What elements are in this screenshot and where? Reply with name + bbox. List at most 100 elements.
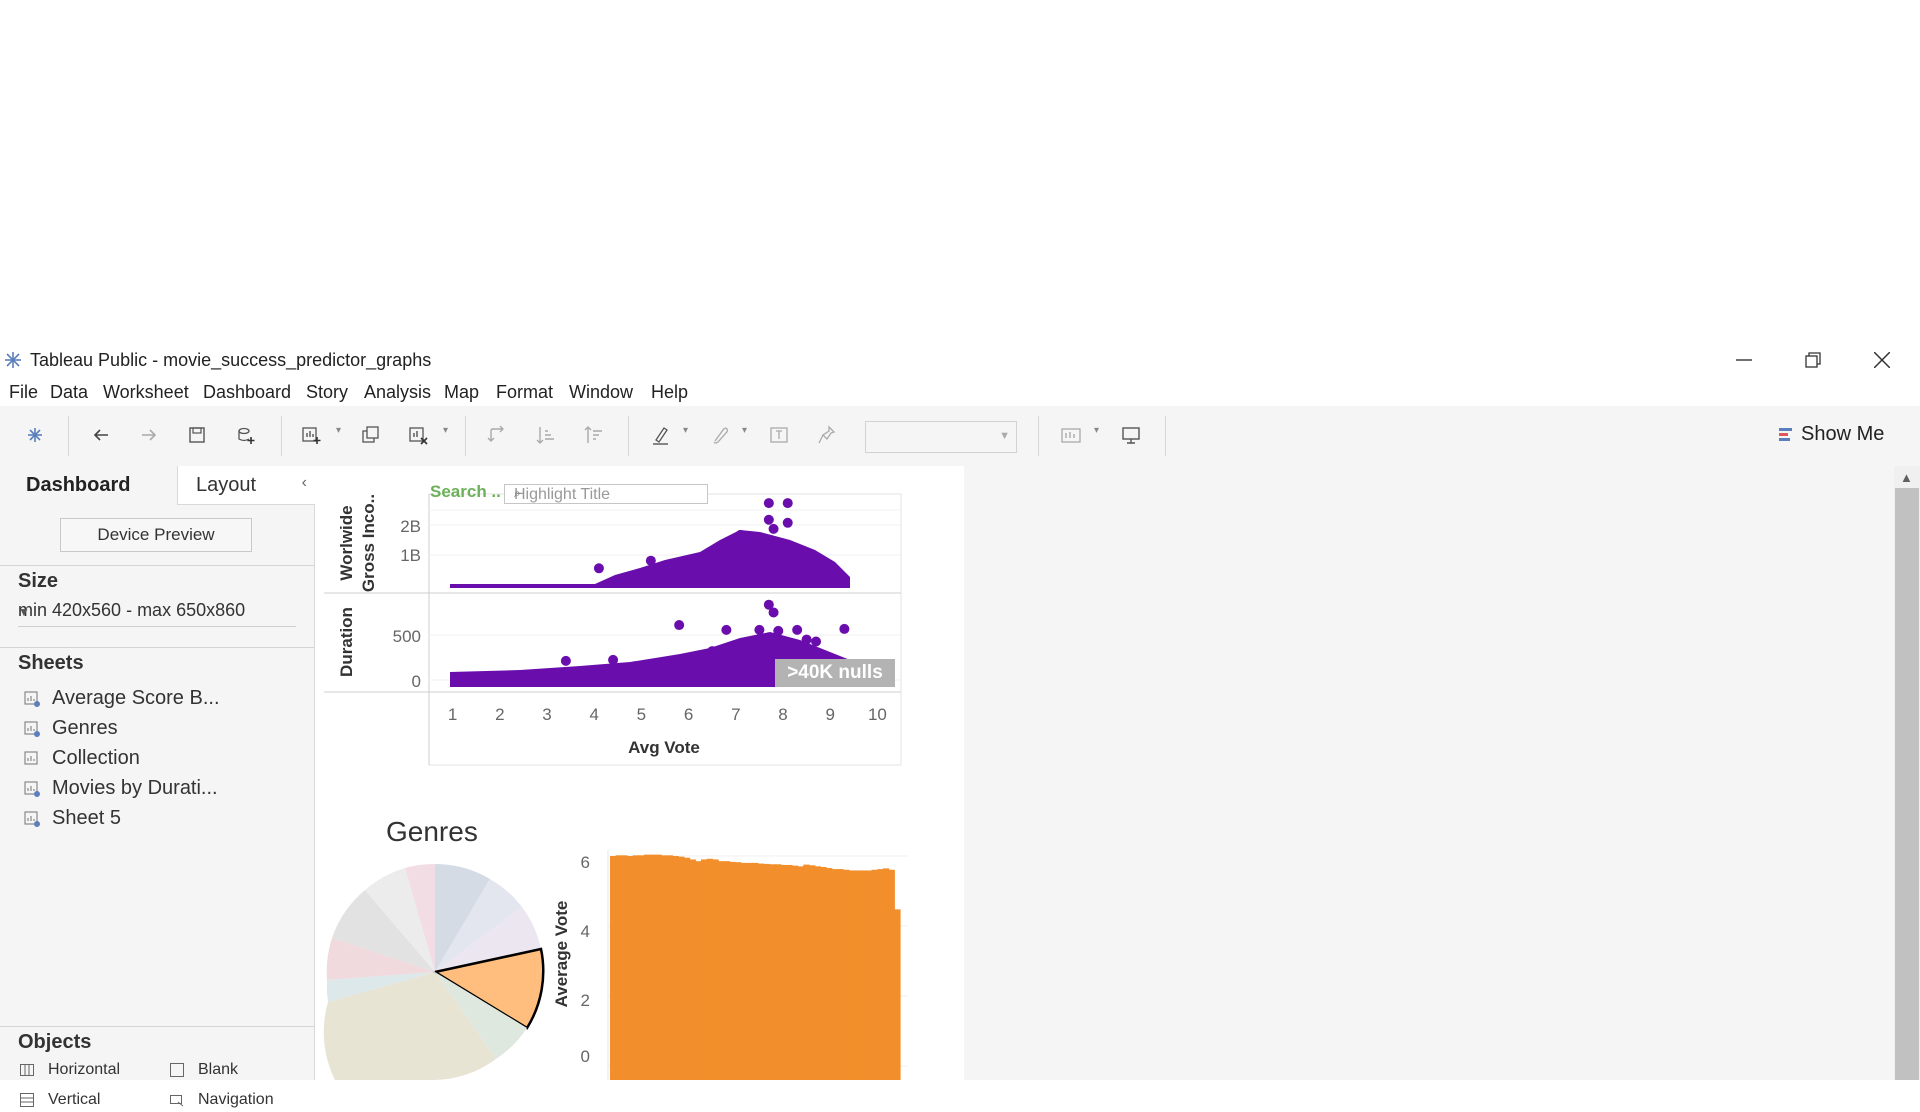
y-tick-label: 1B: [400, 546, 421, 565]
scatter-point[interactable]: [801, 634, 812, 645]
bar[interactable]: [621, 855, 628, 1080]
scatter-point[interactable]: [754, 624, 765, 635]
bar-y-axis-title: Average Vote: [552, 901, 571, 1008]
search-icon: ⌕: [514, 486, 521, 500]
bar[interactable]: [746, 862, 753, 1080]
scatter-point[interactable]: [768, 523, 779, 534]
y-axis-title-gross-line2: Gross Inco..: [359, 494, 378, 592]
bar[interactable]: [638, 855, 645, 1080]
bar[interactable]: [831, 869, 839, 1080]
bar[interactable]: [814, 866, 821, 1080]
bar[interactable]: [860, 870, 867, 1080]
bar[interactable]: [837, 869, 844, 1080]
bar[interactable]: [894, 909, 901, 1080]
y-axis-title-duration: Duration: [337, 607, 356, 677]
x-tick-label: 6: [684, 705, 693, 724]
x-tick-label: 10: [868, 705, 887, 724]
navigation-icon: [170, 1095, 184, 1107]
x-axis-title: Avg Vote: [628, 738, 700, 757]
object-label: Vertical: [48, 1091, 101, 1108]
scatter-point[interactable]: [763, 514, 774, 525]
bar[interactable]: [791, 865, 799, 1080]
scatter-point[interactable]: [721, 624, 732, 635]
bar[interactable]: [661, 855, 668, 1080]
bar[interactable]: [780, 864, 787, 1080]
genres-pie-chart: [323, 863, 545, 1080]
bar[interactable]: [877, 869, 884, 1080]
scatter-point[interactable]: [782, 517, 793, 528]
bar[interactable]: [718, 861, 725, 1080]
scatter-point[interactable]: [792, 624, 803, 635]
bar[interactable]: [735, 862, 742, 1080]
y-tick-label: 0: [412, 672, 421, 691]
scatter-point[interactable]: [593, 563, 604, 574]
bar[interactable]: [678, 856, 685, 1080]
bar[interactable]: [757, 863, 765, 1080]
bar[interactable]: [848, 870, 856, 1080]
scatter-point[interactable]: [768, 607, 779, 618]
scatter-point[interactable]: [763, 498, 774, 509]
bar[interactable]: [644, 854, 651, 1080]
bar[interactable]: [865, 870, 873, 1080]
scatter-point[interactable]: [744, 642, 755, 653]
bar[interactable]: [672, 856, 679, 1080]
bar[interactable]: [610, 856, 617, 1080]
bar[interactable]: [797, 866, 804, 1080]
scatter-point[interactable]: [839, 623, 850, 634]
bar[interactable]: [809, 865, 816, 1080]
bar[interactable]: [820, 867, 827, 1080]
bar[interactable]: [803, 864, 810, 1080]
bar[interactable]: [882, 868, 890, 1080]
scatter-point[interactable]: [674, 620, 685, 631]
bar[interactable]: [854, 870, 861, 1080]
bar[interactable]: [763, 863, 770, 1080]
scatter-point[interactable]: [608, 654, 619, 665]
bar[interactable]: [615, 855, 622, 1080]
bar[interactable]: [632, 855, 640, 1080]
bar[interactable]: [627, 856, 634, 1080]
y-axis-title-gross-line1: Worlwide: [337, 505, 356, 580]
x-tick-label: 5: [637, 705, 646, 724]
bar[interactable]: [786, 864, 793, 1080]
x-tick-label: 9: [825, 705, 834, 724]
highlight-search-label: Search ..: [430, 482, 501, 501]
y-tick-label: 500: [393, 627, 421, 646]
bar[interactable]: [723, 861, 731, 1080]
highlight-title-input[interactable]: Highlight Title ⌕: [504, 484, 708, 504]
scatter-point[interactable]: [778, 643, 788, 654]
bar[interactable]: [740, 862, 748, 1080]
bar[interactable]: [689, 859, 696, 1080]
scatter-point[interactable]: [782, 498, 793, 509]
bar[interactable]: [769, 864, 776, 1080]
scatter-chart: Worlwide Gross Inco.. 2B 1B Duration 500…: [324, 493, 902, 766]
scatter-point[interactable]: [707, 646, 718, 657]
bar[interactable]: [712, 859, 719, 1080]
bar[interactable]: [655, 854, 662, 1080]
bar[interactable]: [683, 857, 691, 1080]
bar[interactable]: [700, 859, 708, 1080]
scatter-point[interactable]: [811, 636, 822, 647]
object-label: Navigation: [198, 1091, 274, 1108]
bar-y-tick-label: 4: [581, 922, 590, 941]
vertical-container-icon: [20, 1093, 34, 1107]
bar[interactable]: [826, 868, 833, 1080]
bar[interactable]: [695, 861, 702, 1080]
scatter-point[interactable]: [645, 555, 656, 566]
scatter-plot-border: [428, 493, 902, 766]
bar[interactable]: [843, 869, 850, 1080]
bar[interactable]: [774, 864, 782, 1080]
bar[interactable]: [752, 862, 759, 1080]
bar[interactable]: [649, 854, 657, 1080]
x-tick-label: 8: [778, 705, 787, 724]
bar-y-tick-label: 6: [581, 853, 590, 872]
scatter-point[interactable]: [730, 537, 741, 548]
scatter-point[interactable]: [560, 655, 571, 666]
bar[interactable]: [871, 869, 878, 1080]
x-tick-label: 3: [542, 705, 551, 724]
nulls-indicator[interactable]: >40K nulls: [775, 659, 895, 687]
bar[interactable]: [729, 861, 736, 1080]
bar[interactable]: [888, 869, 895, 1080]
scatter-point[interactable]: [773, 625, 784, 636]
bar[interactable]: [666, 855, 674, 1080]
bar[interactable]: [706, 858, 713, 1080]
